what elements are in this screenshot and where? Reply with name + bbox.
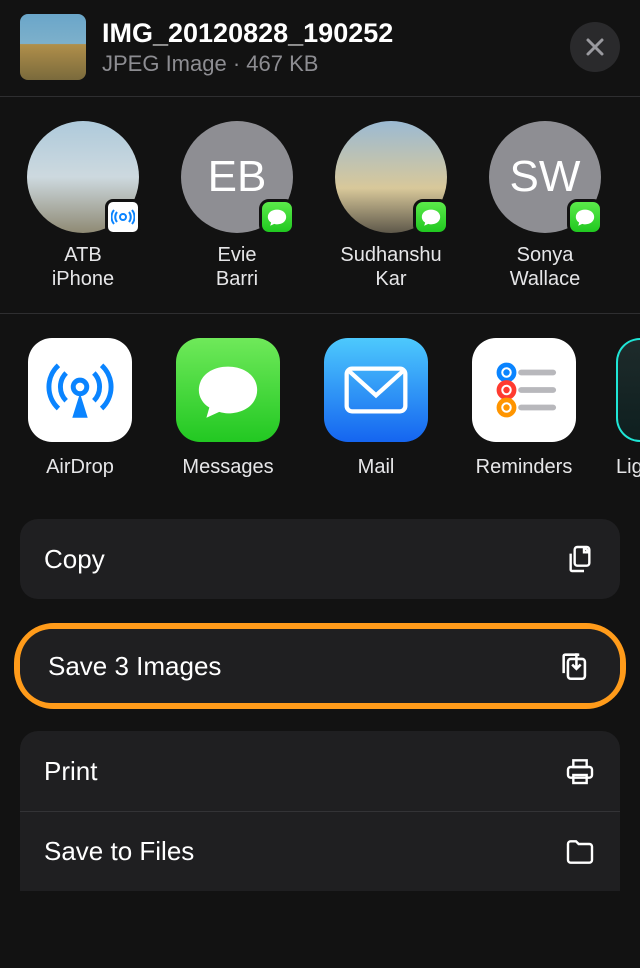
airdrop-icon xyxy=(28,338,132,442)
app-label: Mail xyxy=(358,456,395,479)
action-label: Copy xyxy=(44,544,105,575)
messages-icon xyxy=(413,199,449,235)
action-print[interactable]: Print xyxy=(20,731,620,811)
app-icon-partial xyxy=(616,338,640,442)
airdrop-icon xyxy=(105,199,141,235)
action-label: Print xyxy=(44,756,97,787)
file-subtitle: JPEG Image · 467 KB xyxy=(102,51,554,77)
folder-icon xyxy=(564,838,596,866)
messages-icon xyxy=(176,338,280,442)
action-group-2: Print Save to Files xyxy=(20,731,620,891)
contact-name-line2: Wallace xyxy=(510,268,580,290)
file-thumbnail xyxy=(20,14,86,80)
app-label: Messages xyxy=(182,456,273,479)
contact-sudhanshu-kar[interactable]: Sudhanshu Kar xyxy=(332,121,450,291)
print-icon xyxy=(564,755,596,787)
contact-name-line2: Kar xyxy=(375,268,406,290)
action-save-images[interactable]: Save 3 Images xyxy=(20,629,620,703)
messages-icon xyxy=(567,199,603,235)
contact-name-line1: ATB xyxy=(64,244,101,266)
app-label: Lig xyxy=(616,456,640,479)
action-label: Save to Files xyxy=(44,836,194,867)
app-airdrop[interactable]: AirDrop xyxy=(24,338,136,479)
action-group-1: Copy xyxy=(20,519,620,599)
file-title: IMG_20120828_190252 xyxy=(102,17,554,49)
app-partial[interactable]: Lig xyxy=(616,338,640,479)
contact-sonya-wallace[interactable]: SW Sonya Wallace xyxy=(486,121,604,291)
contact-evie-barri[interactable]: EB Evie Barri xyxy=(178,121,296,291)
action-copy[interactable]: Copy xyxy=(20,519,620,599)
reminders-icon xyxy=(472,338,576,442)
app-label: AirDrop xyxy=(46,456,114,479)
share-sheet-header: IMG_20120828_190252 JPEG Image · 467 KB xyxy=(0,0,640,96)
action-save-to-files[interactable]: Save to Files xyxy=(20,811,620,891)
app-mail[interactable]: Mail xyxy=(320,338,432,479)
mail-icon xyxy=(324,338,428,442)
contact-name-line1: Evie xyxy=(218,244,257,266)
app-reminders[interactable]: Reminders xyxy=(468,338,580,479)
share-contacts-row[interactable]: ATB iPhone EB Evie Barri Sudhanshu Kar xyxy=(0,97,640,313)
close-button[interactable] xyxy=(570,22,620,72)
copy-icon xyxy=(564,543,596,575)
contact-name-line2: Barri xyxy=(216,268,258,290)
contact-name-line1: Sudhanshu xyxy=(340,244,441,266)
share-apps-row[interactable]: AirDrop Messages Mail Reminders Lig xyxy=(0,314,640,501)
action-label: Save 3 Images xyxy=(48,651,221,682)
app-label: Reminders xyxy=(476,456,573,479)
messages-icon xyxy=(259,199,295,235)
contact-name-line2: iPhone xyxy=(52,268,114,290)
contact-name-line1: Sonya xyxy=(517,244,574,266)
app-messages[interactable]: Messages xyxy=(172,338,284,479)
highlight-annotation: Save 3 Images xyxy=(14,623,626,709)
download-icon xyxy=(558,649,592,683)
close-icon xyxy=(584,36,606,58)
contact-atb-iphone[interactable]: ATB iPhone xyxy=(24,121,142,291)
